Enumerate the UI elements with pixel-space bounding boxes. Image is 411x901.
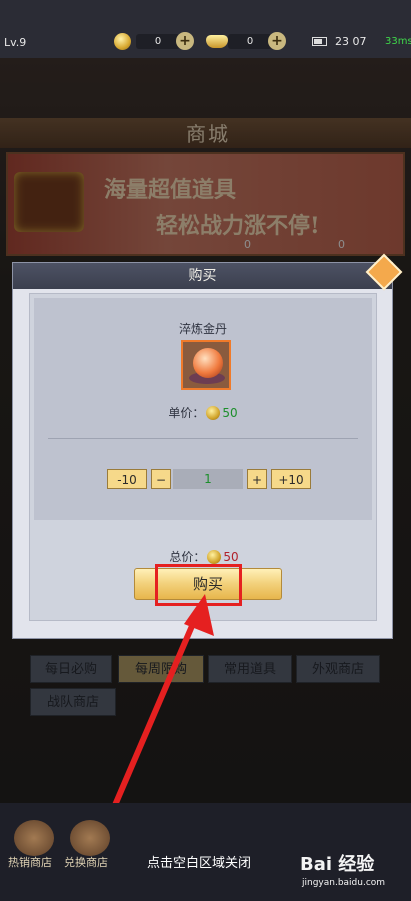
close-hint: 点击空白区域关闭: [147, 856, 252, 871]
hot-shop-icon[interactable]: [14, 820, 54, 856]
watermark-logo: Bai 经验: [300, 854, 375, 875]
exchange-shop-label[interactable]: 兑换商店: [64, 854, 108, 870]
exchange-shop-icon[interactable]: [70, 820, 110, 856]
annotation-arrow: [85, 594, 214, 871]
watermark-url: jingyan.baidu.com: [302, 878, 386, 888]
hot-shop-label[interactable]: 热销商店: [8, 854, 52, 870]
